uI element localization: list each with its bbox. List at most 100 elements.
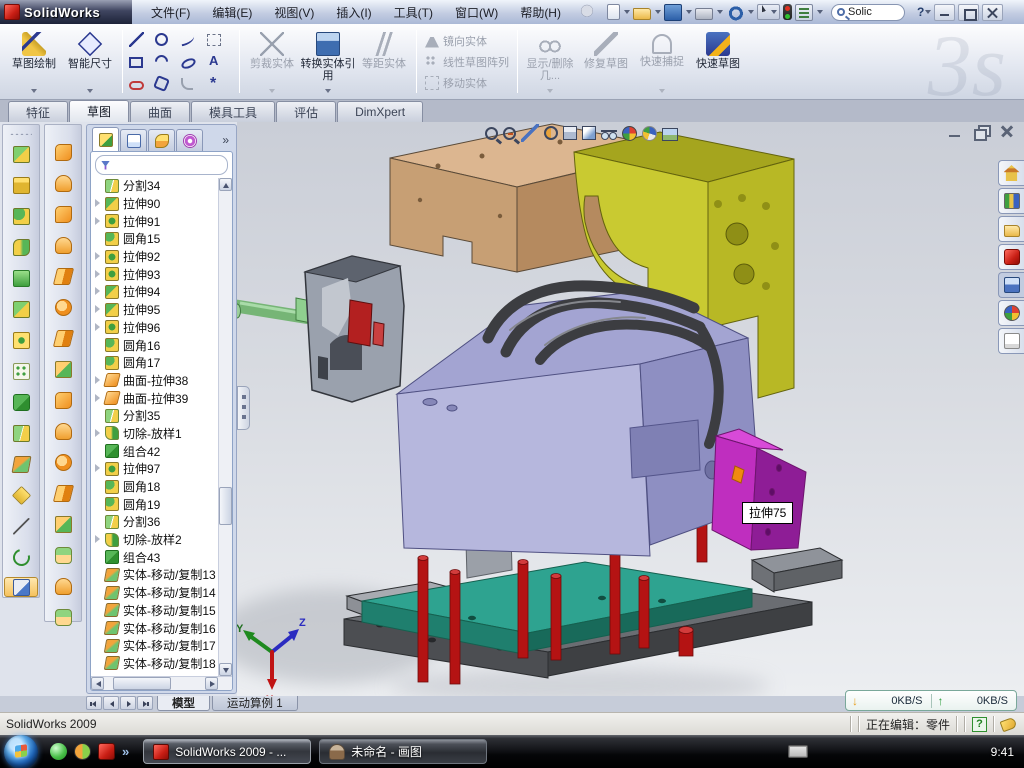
text-tool-icon[interactable] bbox=[207, 51, 233, 73]
first-frame-button[interactable] bbox=[86, 696, 102, 710]
expand-arrow-icon[interactable] bbox=[95, 429, 104, 438]
surface-fillet-icon[interactable] bbox=[46, 509, 80, 540]
tree-item[interactable]: 拉伸96 bbox=[94, 319, 232, 337]
model-tab[interactable]: 运动算例 1 bbox=[212, 696, 298, 711]
expand-arrow-icon[interactable] bbox=[95, 217, 104, 226]
propertymanager-tab[interactable] bbox=[120, 129, 147, 151]
command-tab[interactable]: 草图 bbox=[69, 100, 129, 122]
boss-feature-icon[interactable] bbox=[4, 294, 38, 325]
tree-item[interactable]: 圆角15 bbox=[94, 230, 232, 248]
search-box[interactable]: Solic bbox=[831, 4, 905, 21]
combine-icon[interactable] bbox=[4, 387, 38, 418]
security-shield-tray-icon[interactable] bbox=[843, 744, 858, 759]
select-tool[interactable] bbox=[757, 4, 780, 20]
tree-item[interactable]: 圆角17 bbox=[94, 354, 232, 372]
move-entities-button[interactable]: 移动实体 bbox=[425, 74, 509, 92]
display-style-icon[interactable] bbox=[582, 126, 596, 140]
tree-filter-input[interactable] bbox=[95, 155, 228, 175]
tree-item[interactable]: 实体-移动/复制17 bbox=[94, 637, 232, 655]
surface-revolve-icon[interactable] bbox=[46, 168, 80, 199]
tree-item[interactable]: 分割35 bbox=[94, 407, 232, 425]
design-library-tab[interactable] bbox=[998, 188, 1024, 214]
expand-arrow-icon[interactable] bbox=[95, 464, 104, 473]
repair-sketch-button[interactable]: 修复草图 bbox=[578, 28, 634, 96]
expand-arrow-icon[interactable] bbox=[95, 376, 104, 385]
tree-item[interactable]: 切除-放样2 bbox=[94, 531, 232, 549]
tag-icon[interactable] bbox=[1000, 716, 1018, 731]
command-tab[interactable]: 评估 bbox=[276, 101, 336, 122]
mirror-entities-button[interactable]: 镜向实体 bbox=[425, 32, 509, 50]
tree-item[interactable]: 切除-放样1 bbox=[94, 425, 232, 443]
surface-untrim-icon[interactable] bbox=[46, 416, 80, 447]
restore-button[interactable] bbox=[958, 4, 979, 21]
menu-item[interactable]: 视图(V) bbox=[263, 1, 325, 24]
messenger-quicklaunch-icon[interactable] bbox=[50, 743, 67, 760]
tree-item[interactable]: 分割36 bbox=[94, 513, 232, 531]
linear-sketch-pattern-button[interactable]: 线性草图阵列 bbox=[425, 53, 509, 71]
sync-blocked-tray-icon[interactable] bbox=[963, 744, 978, 759]
scroll-up-button[interactable] bbox=[219, 178, 232, 191]
menu-item[interactable]: 插入(I) bbox=[325, 1, 382, 24]
line-tool-icon[interactable] bbox=[129, 29, 155, 51]
shell-icon[interactable] bbox=[4, 263, 38, 294]
helix-curve-icon[interactable] bbox=[4, 542, 38, 573]
configurationmanager-tab[interactable] bbox=[148, 129, 175, 151]
undo-icon[interactable] bbox=[726, 4, 744, 21]
cavity-insert-assembly[interactable] bbox=[237, 256, 404, 402]
antivirus-tray-icon[interactable] bbox=[823, 744, 838, 759]
surface-thicken-icon[interactable] bbox=[46, 540, 80, 571]
doc-restore-button[interactable] bbox=[973, 124, 990, 139]
expand-arrow-icon[interactable] bbox=[95, 323, 104, 332]
view-palette-tab[interactable] bbox=[998, 272, 1024, 298]
tree-item[interactable]: 实体-移动/复制13 bbox=[94, 566, 232, 584]
security-quicklaunch-icon[interactable] bbox=[74, 743, 91, 760]
measure-tool-button[interactable] bbox=[4, 577, 38, 597]
small-red-cylinder[interactable] bbox=[679, 627, 693, 657]
surface-curve-icon[interactable] bbox=[46, 602, 80, 633]
zoom-to-fit-icon[interactable] bbox=[485, 127, 498, 140]
menu-item[interactable]: 文件(F) bbox=[140, 1, 201, 24]
surface-sweep-icon[interactable] bbox=[46, 137, 80, 168]
previous-view-icon[interactable] bbox=[521, 124, 539, 142]
solidworks-resources-tab[interactable] bbox=[998, 160, 1024, 186]
quick-tips-icon[interactable] bbox=[972, 717, 987, 732]
ellipse-tool-icon[interactable] bbox=[181, 51, 207, 73]
start-button[interactable] bbox=[4, 735, 38, 768]
tree-item[interactable]: 实体-移动/复制15 bbox=[94, 602, 232, 620]
save-icon[interactable] bbox=[664, 4, 682, 21]
fillet-icon[interactable] bbox=[4, 201, 38, 232]
swept-boss-icon[interactable] bbox=[4, 232, 38, 263]
expand-arrow-icon[interactable] bbox=[95, 252, 104, 261]
tree-item[interactable]: 拉伸95 bbox=[94, 301, 232, 319]
tree-horizontal-scrollbar[interactable] bbox=[91, 676, 232, 690]
sketch-button[interactable]: 草图绘制 bbox=[6, 28, 62, 96]
menu-item[interactable]: 工具(T) bbox=[383, 1, 444, 24]
tree-item[interactable]: 分割34 bbox=[94, 177, 232, 195]
open-icon[interactable] bbox=[633, 8, 651, 20]
reference-axis-icon[interactable] bbox=[4, 511, 38, 542]
doc-minimize-button[interactable] bbox=[947, 124, 964, 139]
box-select-tool-icon[interactable] bbox=[207, 29, 233, 51]
rectangle-tool-icon[interactable] bbox=[129, 51, 155, 73]
dimxpertmanager-tab[interactable] bbox=[176, 129, 203, 151]
command-tab[interactable]: DimXpert bbox=[337, 101, 423, 122]
delete-body-icon[interactable] bbox=[4, 480, 38, 511]
edit-appearance-icon[interactable] bbox=[622, 126, 637, 141]
featuremanager-tab[interactable] bbox=[92, 127, 119, 151]
file-explorer-tab[interactable] bbox=[998, 216, 1024, 242]
expand-arrow-icon[interactable] bbox=[95, 199, 104, 208]
surface-cut-icon[interactable] bbox=[46, 571, 80, 602]
tree-item[interactable]: 圆角18 bbox=[94, 478, 232, 496]
spline-tool-icon[interactable] bbox=[181, 29, 207, 51]
polygon-tool-icon[interactable] bbox=[155, 73, 181, 95]
help-button[interactable]: ? bbox=[917, 5, 924, 19]
taskbar-paint[interactable]: 未命名 - 画图 bbox=[319, 739, 487, 764]
pin-icon[interactable] bbox=[578, 4, 596, 21]
trim-entities-button[interactable]: 剪裁实体 bbox=[244, 28, 300, 96]
model-tab[interactable]: 模型 bbox=[157, 696, 210, 711]
menu-item[interactable]: 帮助(H) bbox=[509, 1, 572, 24]
surface-knit-icon[interactable] bbox=[46, 354, 80, 385]
section-view-icon[interactable] bbox=[544, 126, 558, 140]
guard-tray-icon[interactable] bbox=[943, 744, 958, 759]
scroll-thumb[interactable] bbox=[219, 487, 232, 525]
